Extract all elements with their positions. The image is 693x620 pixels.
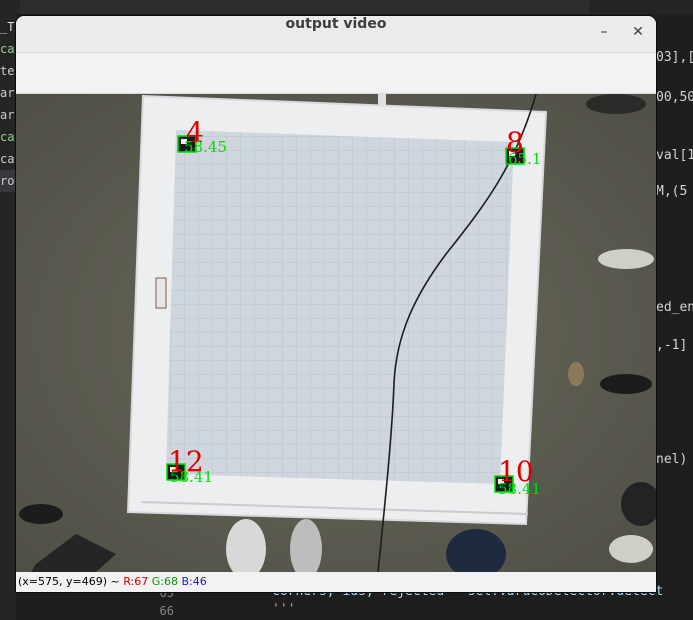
explorer-file[interactable]: are xyxy=(0,82,16,104)
marker-distance-label: 65.1 xyxy=(508,150,542,168)
marker-distance-label: 58.45 xyxy=(184,138,227,156)
code-line: ''' xyxy=(272,602,296,617)
floor-object xyxy=(568,362,584,386)
code-fragment: ed_en xyxy=(656,300,693,315)
window-toolbar xyxy=(16,53,656,94)
explorer-file[interactable]: can xyxy=(0,148,16,170)
grid-lines xyxy=(166,130,514,484)
ide-tab[interactable] xyxy=(140,0,291,14)
cursor-coordinates: (x=575, y=469) ~ xyxy=(18,575,120,588)
mat-label xyxy=(155,277,167,309)
pixel-status-bar: (x=575, y=469) ~ R:67 G:68 B:46 xyxy=(16,572,656,592)
video-frame[interactable]: 4 58.45 8 65.1 12 58.41 10 58.41 xyxy=(16,94,656,572)
explorer-file[interactable]: aru xyxy=(0,104,16,126)
blue-value: B:46 xyxy=(181,575,207,588)
floor-object xyxy=(609,535,653,563)
green-value: G:68 xyxy=(151,575,178,588)
minimize-button[interactable]: – xyxy=(594,24,614,44)
window-title: output video xyxy=(285,16,387,32)
ide-tab-bar xyxy=(0,0,693,14)
floor-object xyxy=(600,374,652,394)
explorer-file[interactable]: ros xyxy=(0,170,16,192)
floor-object xyxy=(586,94,646,114)
ide-tab[interactable] xyxy=(20,0,141,14)
floor-object xyxy=(19,504,63,524)
code-fragment: ,-1] xyxy=(656,338,688,353)
ide-tab[interactable] xyxy=(460,0,591,14)
explorer-file[interactable]: tes xyxy=(0,60,16,82)
explorer-folder[interactable]: _TA xyxy=(0,16,16,38)
output-video-window: output video – ✕ 4 58.45 8 65.1 12 58.41… xyxy=(16,16,656,592)
marker-distance-label: 58.41 xyxy=(170,468,213,486)
ide-tab[interactable] xyxy=(290,0,461,14)
code-fragment: nel) xyxy=(656,452,688,467)
explorer-file[interactable]: cal xyxy=(0,38,16,60)
code-fragment: 00,50 xyxy=(656,90,693,105)
window-titlebar[interactable]: output video – ✕ xyxy=(16,16,656,53)
code-fragment: M,(5 xyxy=(656,184,688,199)
code-fragment: val[1 xyxy=(656,148,693,163)
red-value: R:67 xyxy=(123,575,149,588)
line-number: 66 xyxy=(159,604,174,618)
ide-file-explorer: _TA cal tes are aru cal can ros xyxy=(0,14,16,620)
explorer-file[interactable]: cal xyxy=(0,126,16,148)
code-fragment: 03],[ xyxy=(656,50,693,65)
floor-object xyxy=(598,249,654,269)
marker-distance-label: 58.41 xyxy=(498,480,541,498)
close-button[interactable]: ✕ xyxy=(628,24,648,44)
mat-clip xyxy=(378,94,386,106)
camera-image xyxy=(16,94,656,572)
